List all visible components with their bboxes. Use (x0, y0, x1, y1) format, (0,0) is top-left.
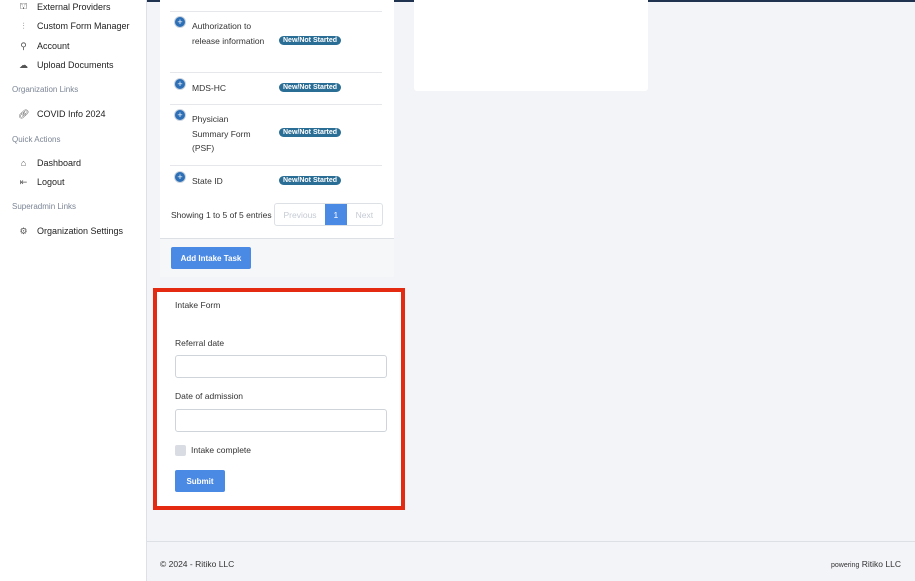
page-1-button[interactable]: 1 (325, 204, 347, 225)
task-name[interactable]: MDS-HC (192, 81, 267, 96)
task-name[interactable]: Physician Summary Form (PSF) (192, 112, 267, 156)
sidebar-item-label: Account (37, 41, 70, 51)
home-icon: ⌂ (20, 158, 27, 168)
referral-date-label: Referral date (175, 338, 225, 348)
expand-icon[interactable]: + (175, 79, 185, 89)
sliders-icon: ⫶ (22, 20, 25, 31)
copyright: © 2024 - Ritiko LLC (160, 559, 235, 569)
intake-form-card: Intake Form Referral date Date of admiss… (153, 288, 405, 510)
expand-icon[interactable]: + (175, 17, 185, 27)
sidebar-item-label: Custom Form Manager (37, 21, 130, 31)
intake-complete-label: Intake complete (191, 445, 252, 455)
sidebar: ⛫ External Providers ⫶ Custom Form Manager… (0, 0, 147, 581)
next-button[interactable]: Next (347, 204, 382, 225)
powered-by: powering Ritiko LLC (831, 559, 901, 569)
status-badge: New/Not Started (279, 176, 342, 185)
sidebar-item-upload-documents[interactable]: ☁ Upload Documents (18, 58, 114, 72)
submit-button[interactable]: Submit (175, 470, 225, 492)
cloud-upload-icon: ☁ (19, 59, 28, 70)
table-row: + State ID New/Not Started (170, 165, 382, 195)
previous-button[interactable]: Previous (275, 204, 325, 225)
powering-text: powering (830, 562, 860, 569)
expand-icon[interactable]: + (175, 172, 185, 182)
sidebar-item-logout[interactable]: ⇤ Logout (18, 175, 65, 189)
sidebar-item-organization-settings[interactable]: ⚙ Organization Settings (18, 224, 123, 238)
brand-link[interactable]: Ritiko LLC (862, 559, 901, 569)
table-row: + Authorization to release information N… (170, 11, 382, 72)
gear-icon: ⚙ (19, 225, 28, 236)
sidebar-item-custom-form-manager[interactable]: ⫶ Custom Form Manager (18, 19, 130, 33)
intake-complete-checkbox[interactable] (175, 445, 186, 456)
section-heading: Superadmin Links (12, 202, 77, 211)
admission-date-input[interactable] (175, 409, 387, 432)
sidebar-item-label: External Providers (37, 2, 111, 12)
sidebar-item-label: Dashboard (37, 158, 82, 168)
status-badge: New/Not Started (279, 36, 342, 45)
referral-date-input[interactable] (175, 355, 387, 378)
providers-icon: ⛫ (19, 1, 28, 11)
status-badge: New/Not Started (279, 83, 342, 92)
sidebar-item-label: COVID Info 2024 (37, 109, 106, 119)
table-row: + MDS-HC New/Not Started (170, 72, 382, 104)
form-title: Intake Form (175, 300, 221, 310)
sidebar-item-label: Upload Documents (37, 60, 114, 70)
sidebar-item-covid-info[interactable]: 🔗︎ COVID Info 2024 (18, 107, 106, 121)
empty-card (414, 0, 648, 91)
section-heading: Quick Actions (12, 135, 61, 144)
logout-icon: ⇤ (19, 176, 28, 187)
card-footer: Add Intake Task (160, 238, 394, 277)
add-intake-task-button[interactable]: Add Intake Task (171, 247, 251, 269)
sidebar-item-label: Organization Settings (37, 226, 124, 236)
status-badge: New/Not Started (279, 128, 342, 137)
task-name[interactable]: Authorization to release information (192, 19, 267, 48)
section-heading: Organization Links (12, 85, 79, 94)
sidebar-item-label: Logout (37, 177, 65, 187)
sidebar-item-account[interactable]: ⚲ Account (18, 39, 70, 53)
footer: © 2024 - Ritiko LLC powering Ritiko LLC (147, 541, 915, 581)
sidebar-item-external-providers[interactable]: ⛫ External Providers (18, 0, 111, 14)
expand-icon[interactable]: + (175, 110, 185, 120)
table-row: + Physician Summary Form (PSF) New/Not S… (170, 104, 382, 165)
pagination: Previous 1 Next (274, 203, 383, 226)
admission-date-label: Date of admission (175, 391, 244, 401)
sidebar-item-dashboard[interactable]: ⌂ Dashboard (18, 156, 81, 170)
user-icon: ⚲ (20, 40, 27, 51)
table-info: Showing 1 to 5 of 5 entries (171, 210, 272, 220)
link-icon: 🔗︎ (18, 108, 30, 119)
task-name[interactable]: State ID (192, 174, 267, 189)
intake-tasks-card: + Authorization to release information N… (160, 0, 394, 277)
